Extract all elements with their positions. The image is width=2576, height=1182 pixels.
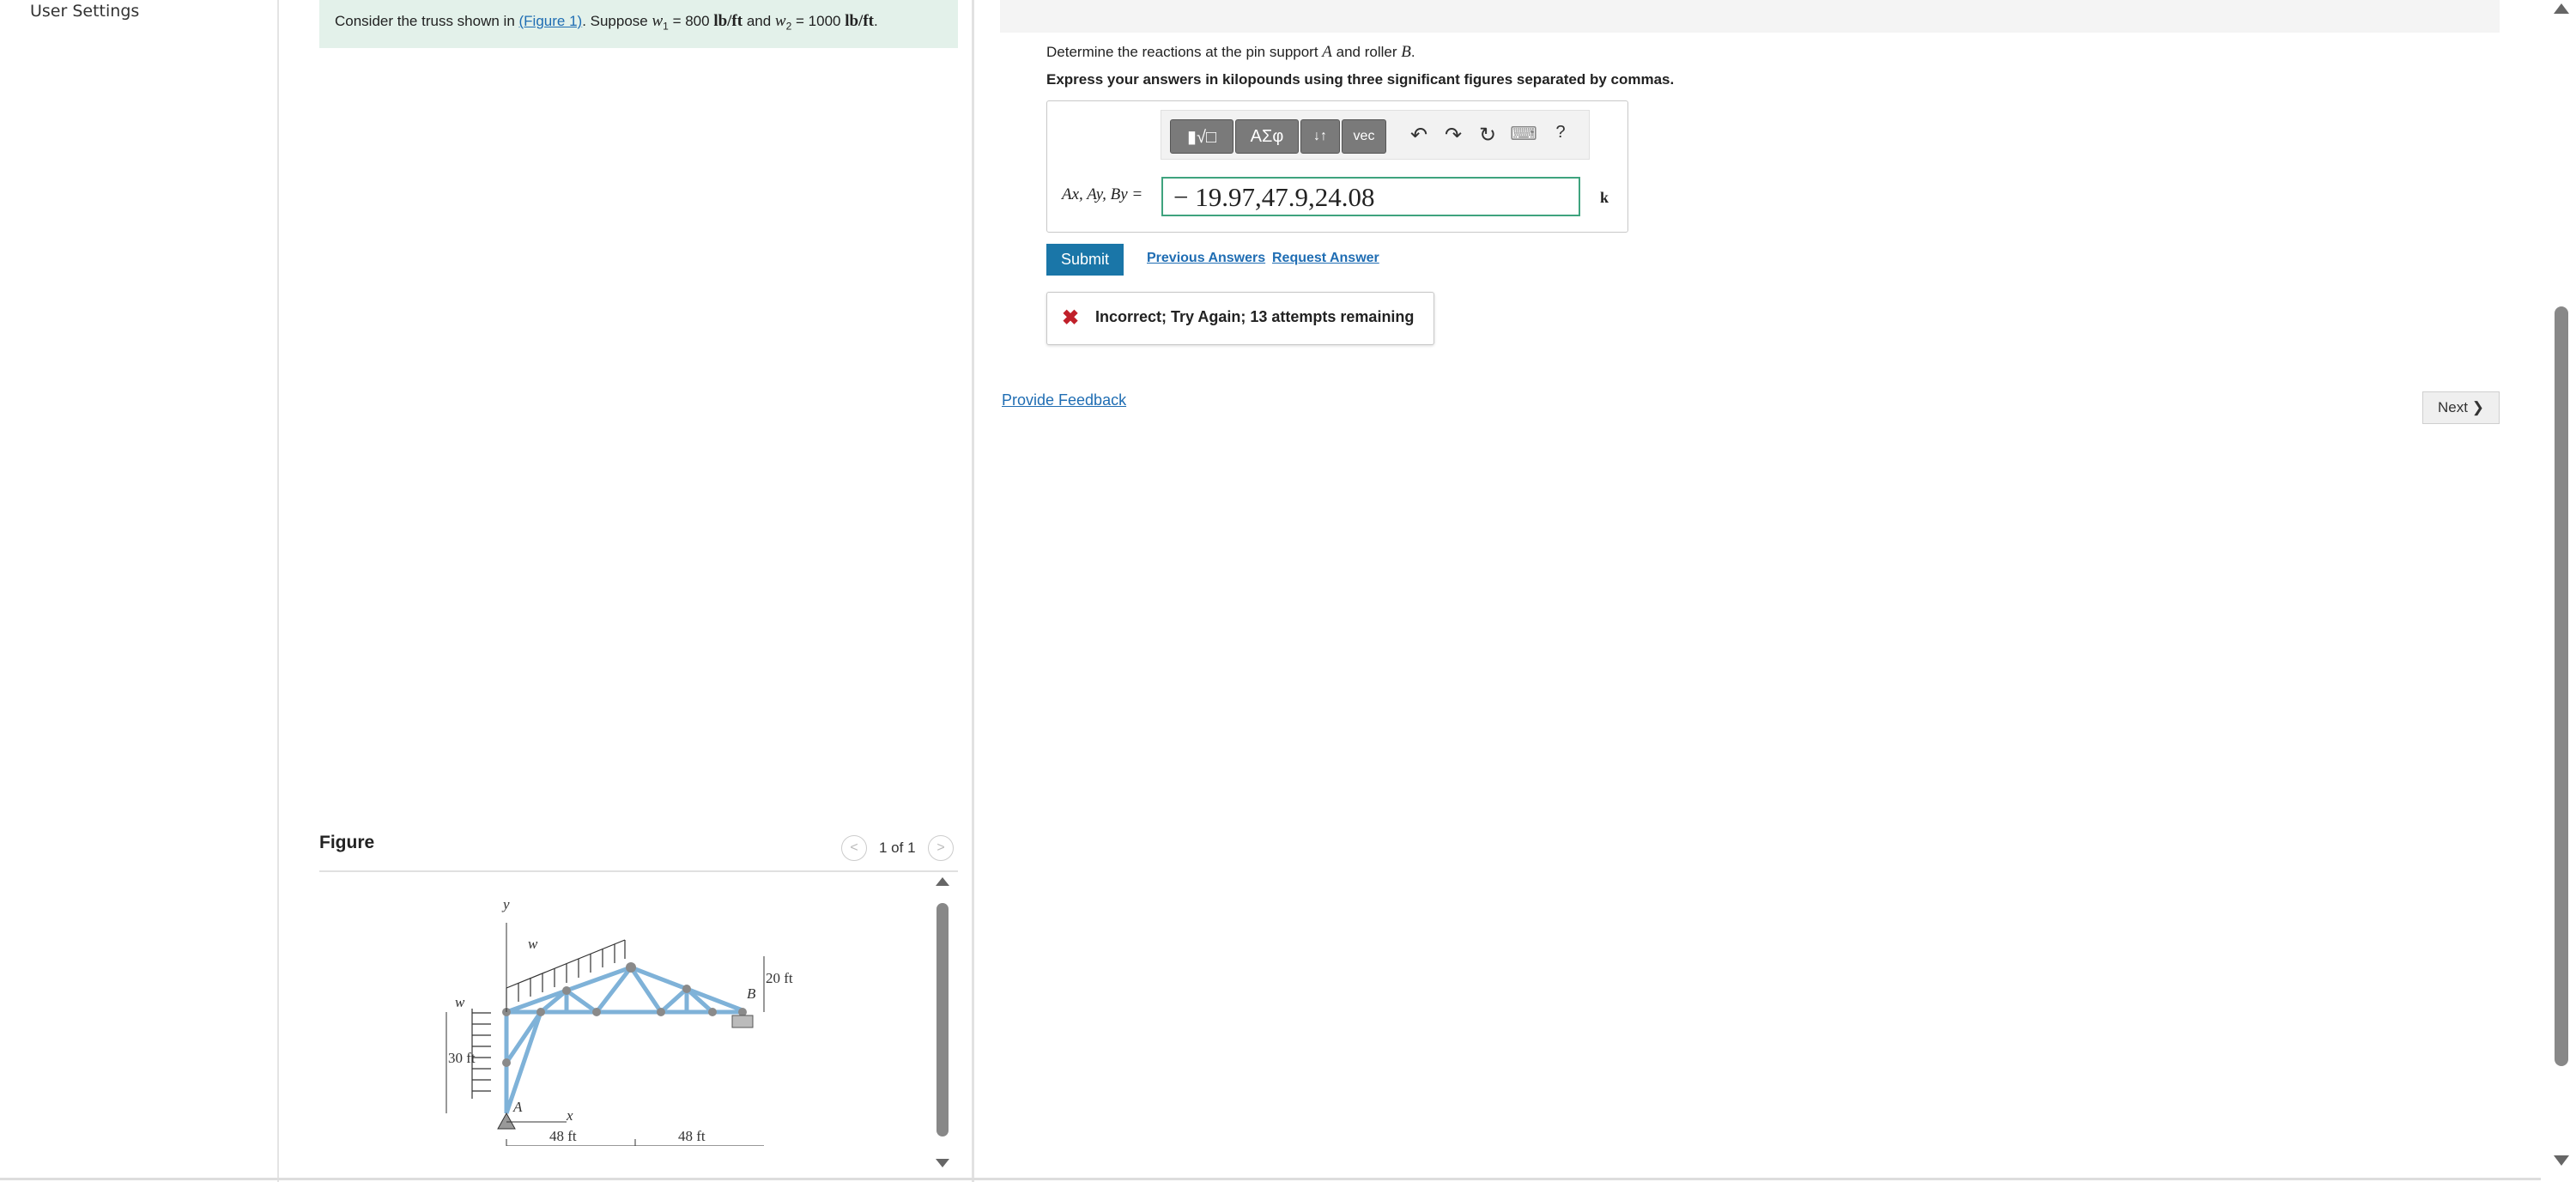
figure-scroll-down-arrow[interactable] xyxy=(936,1159,949,1167)
reset-icon[interactable]: ↻ xyxy=(1475,123,1500,148)
previous-answers-link[interactable]: Previous Answers xyxy=(1147,251,1265,266)
problem-statement: Consider the truss shown in (Figure 1). … xyxy=(335,12,878,32)
subscript-superscript-button[interactable]: ↓↑ xyxy=(1300,119,1340,154)
request-answer-link[interactable]: Request Answer xyxy=(1272,251,1379,266)
figure-title: Figure xyxy=(319,833,375,852)
math-toolbar: ▮√□ ΑΣφ ↓↑ vec ↶ ↷ ↻ ⌨ ? xyxy=(1161,110,1590,160)
roller-support-b xyxy=(731,1015,754,1028)
undo-icon[interactable]: ↶ xyxy=(1406,123,1432,148)
user-settings-link[interactable]: User Settings xyxy=(30,2,139,21)
dimension-lines xyxy=(445,956,765,1146)
fig-label-w1: w xyxy=(455,994,465,1010)
main-scroll-up-arrow[interactable] xyxy=(2554,3,2569,14)
left-nav xyxy=(0,0,279,1182)
fig-label-48ft-a: 48 ft xyxy=(549,1128,577,1144)
greek-symbols-button[interactable]: ΑΣφ xyxy=(1235,119,1299,154)
w1-subscript: 1 xyxy=(663,20,669,33)
problem-and: and xyxy=(742,13,775,29)
answer-input[interactable]: − 19.97,47.9,24.08 xyxy=(1161,177,1580,216)
main-scroll-down-arrow[interactable] xyxy=(2554,1155,2569,1166)
w2-value: = 1000 xyxy=(791,13,846,29)
feedback-message: Incorrect; Try Again; 13 attempts remain… xyxy=(1095,308,1415,325)
prompt-symbol-a: A xyxy=(1322,43,1332,61)
fig-label-y: y xyxy=(501,896,510,912)
figure-scroll-up-arrow[interactable] xyxy=(936,877,949,886)
problem-end: . xyxy=(873,13,878,29)
w2-symbol: w xyxy=(774,12,786,30)
submit-button[interactable]: Submit xyxy=(1046,244,1124,276)
fig-label-w2: w xyxy=(528,936,538,952)
fig-label-a: A xyxy=(512,1099,523,1115)
templates-button[interactable]: ▮√□ xyxy=(1170,119,1233,154)
w1-value: = 800 xyxy=(668,13,714,29)
truss-figure: y x w w 30 ft 20 ft 48 ft 48 ft A B xyxy=(445,896,793,1146)
redo-icon[interactable]: ↷ xyxy=(1440,123,1466,148)
provide-feedback-link[interactable]: Provide Feedback xyxy=(1002,391,1126,409)
prompt-part-a: Determine the reactions at the pin suppo… xyxy=(1046,44,1323,60)
truss-members xyxy=(504,965,743,1114)
question-prompt: Determine the reactions at the pin suppo… xyxy=(1046,43,1415,62)
prompt-end: . xyxy=(1410,44,1415,60)
figure-link[interactable]: (Figure 1) xyxy=(519,13,583,29)
keyboard-icon[interactable]: ⌨ xyxy=(1509,123,1538,145)
pin-support-a xyxy=(497,1112,516,1130)
vector-button[interactable]: vec xyxy=(1342,119,1386,154)
figure-next-button[interactable]: > xyxy=(928,835,954,861)
fig-label-20ft: 20 ft xyxy=(766,970,793,986)
help-icon[interactable]: ? xyxy=(1548,123,1573,142)
figure-scrollbar-thumb[interactable] xyxy=(936,903,949,1137)
problem-prefix: Consider the truss shown in xyxy=(335,13,519,29)
panel-divider[interactable] xyxy=(972,0,974,1182)
answer-unit: k xyxy=(1600,189,1609,206)
prompt-symbol-b: B xyxy=(1401,43,1411,61)
answer-label: Ax, Ay, By = xyxy=(1062,185,1143,203)
fig-label-b: B xyxy=(747,985,756,1002)
prompt-part-b: and roller xyxy=(1331,44,1402,60)
next-button[interactable]: Next ❯ xyxy=(2422,391,2500,424)
incorrect-x-icon: ✖ xyxy=(1062,306,1080,330)
fig-label-48ft-b: 48 ft xyxy=(678,1128,706,1144)
w1-symbol: w xyxy=(652,12,664,30)
part-header-bar xyxy=(1000,0,2500,33)
bottom-border xyxy=(0,1178,2541,1180)
figure-pager: 1 of 1 xyxy=(879,840,916,856)
fig-label-30ft: 30 ft xyxy=(448,1050,476,1066)
problem-middle: . Suppose xyxy=(582,13,652,29)
w2-unit: lb/ft xyxy=(845,12,874,30)
main-scrollbar-thumb[interactable] xyxy=(2555,306,2568,1066)
w1-unit: lb/ft xyxy=(713,12,743,30)
question-instruction: Express your answers in kilopounds using… xyxy=(1046,71,1675,88)
figure-prev-button[interactable]: < xyxy=(841,835,867,861)
fig-label-x: x xyxy=(566,1107,573,1124)
